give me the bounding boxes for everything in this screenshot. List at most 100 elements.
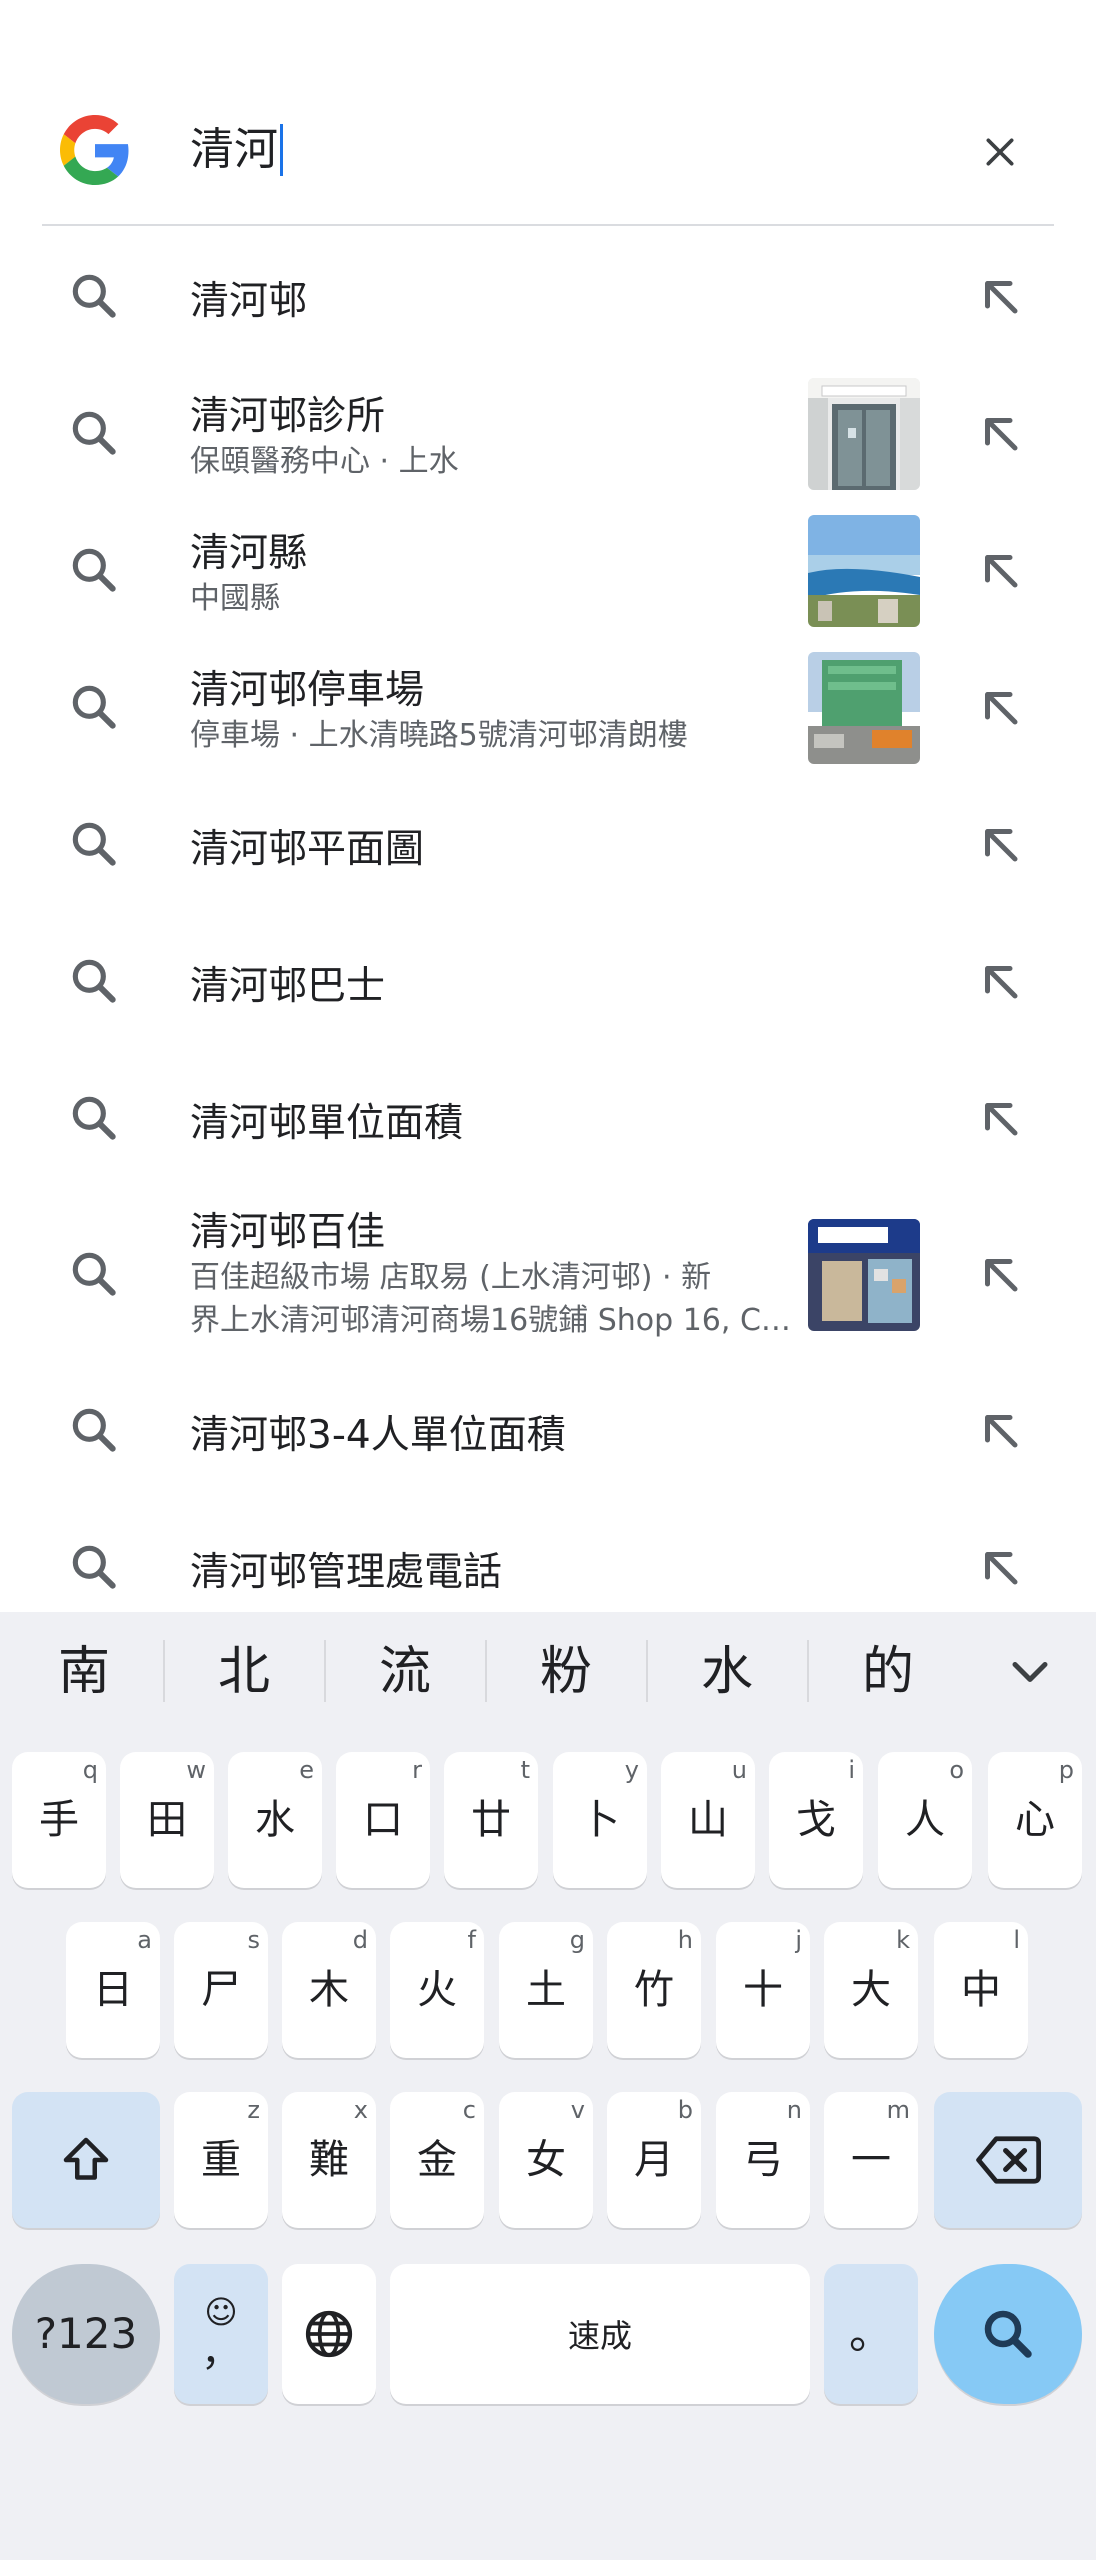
fill-query-arrow-icon[interactable] [970, 1244, 1030, 1304]
key-h[interactable]: 竹h [607, 1922, 701, 2058]
key-char: 十 [743, 1967, 783, 2013]
key-z[interactable]: 重z [174, 2092, 268, 2228]
key-hint: f [467, 1926, 476, 1954]
search-icon [72, 1252, 116, 1296]
candidate-2[interactable]: 流 [345, 1632, 465, 1712]
fill-query-arrow-icon[interactable] [970, 814, 1030, 874]
key-y[interactable]: 卜y [553, 1752, 647, 1888]
supermarket-thumbnail [808, 1219, 920, 1331]
candidate-1[interactable]: 北 [184, 1632, 304, 1712]
key-hint: l [1013, 1926, 1020, 1954]
search-input[interactable]: 清河 [190, 120, 283, 180]
search-key[interactable] [934, 2264, 1082, 2404]
suggestion-title: 清河邨停車場 [190, 668, 425, 713]
suggestion-title: 清河邨單位面積 [190, 1101, 464, 1146]
key-char: 心 [1015, 1797, 1055, 1843]
key-u[interactable]: 山u [661, 1752, 755, 1888]
comma-emoji-key[interactable]: ☺ ， [174, 2264, 268, 2404]
suggestion-item[interactable]: 清河邨停車場 停車場 · 上水清曉路5號清河邨清朗樓 [0, 639, 1096, 776]
key-b[interactable]: 月b [607, 2092, 701, 2228]
key-char: 口 [363, 1797, 403, 1843]
fill-query-arrow-icon[interactable] [970, 1537, 1030, 1597]
suggestion-item[interactable]: 清河邨巴士 [0, 913, 1096, 1050]
language-key[interactable] [282, 2264, 376, 2404]
key-char: 女 [526, 2137, 566, 2183]
search-query-text: 清河 [190, 124, 278, 175]
key-k[interactable]: 大k [824, 1922, 918, 2058]
fill-query-arrow-icon[interactable] [970, 403, 1030, 463]
suggestion-item[interactable]: 清河邨百佳 百佳超級市場 店取易 (上水清河邨) · 新 界上水清河邨清河商場1… [0, 1187, 1096, 1362]
suggestion-item[interactable]: 清河縣 中國縣 [0, 502, 1096, 639]
key-v[interactable]: 女v [499, 2092, 593, 2228]
suggestion-subtitle: 百佳超級市場 店取易 (上水清河邨) · 新 [190, 1260, 712, 1295]
fill-query-arrow-icon[interactable] [970, 677, 1030, 737]
key-c[interactable]: 金c [390, 2092, 484, 2228]
key-char: 卜 [580, 1797, 620, 1843]
key-hint: g [569, 1926, 585, 1954]
key-hint: k [896, 1926, 910, 1954]
suggestion-item[interactable]: 清河邨平面圖 [0, 776, 1096, 913]
space-key-label: 速成 [567, 2317, 632, 2355]
suggestion-item[interactable]: 清河邨 [0, 228, 1096, 365]
key-e[interactable]: 水e [228, 1752, 322, 1888]
key-p[interactable]: 心p [988, 1752, 1082, 1888]
space-key[interactable]: 速成 [390, 2264, 810, 2404]
suggestion-title: 清河邨3-4人單位面積 [190, 1413, 566, 1458]
shift-icon [63, 2137, 109, 2180]
emoji-icon: ☺ [204, 2293, 238, 2331]
fill-query-arrow-icon[interactable] [970, 951, 1030, 1011]
shift-key[interactable] [12, 2092, 160, 2228]
key-t[interactable]: 廿t [444, 1752, 538, 1888]
key-hint: c [462, 2096, 476, 2124]
key-x[interactable]: 難x [282, 2092, 376, 2228]
comma-label: ， [201, 2329, 241, 2375]
key-l[interactable]: 中l [934, 1922, 1028, 2058]
fill-query-arrow-icon[interactable] [970, 1400, 1030, 1460]
suggestion-item[interactable]: 清河邨診所 保頤醫務中心 · 上水 [0, 365, 1096, 502]
key-hint: q [82, 1756, 98, 1784]
fill-query-arrow-icon[interactable] [970, 540, 1030, 600]
search-icon [72, 548, 116, 592]
chevron-down-icon[interactable] [1000, 1642, 1060, 1702]
suggestion-item[interactable]: 清河邨管理處電話 [0, 1499, 1096, 1612]
suggestion-item[interactable]: 清河邨單位面積 [0, 1050, 1096, 1187]
candidate-5[interactable]: 的 [828, 1632, 948, 1712]
key-hint: i [848, 1756, 855, 1784]
fill-query-arrow-icon[interactable] [970, 266, 1030, 326]
key-f[interactable]: 火f [390, 1922, 484, 2058]
key-char: 弓 [743, 2137, 783, 2183]
key-n[interactable]: 弓n [716, 2092, 810, 2228]
key-d[interactable]: 木d [282, 1922, 376, 2058]
key-hint: o [949, 1756, 964, 1784]
fill-query-arrow-icon[interactable] [970, 1088, 1030, 1148]
key-m[interactable]: 一m [824, 2092, 918, 2228]
key-j[interactable]: 十j [716, 1922, 810, 2058]
clear-button[interactable] [970, 122, 1030, 182]
key-o[interactable]: 人o [878, 1752, 972, 1888]
key-q[interactable]: 手q [12, 1752, 106, 1888]
key-s[interactable]: 尸s [174, 1922, 268, 2058]
backspace-key[interactable] [934, 2092, 1082, 2228]
search-bar: 清河 [0, 100, 1096, 210]
key-hint: x [353, 2096, 368, 2124]
period-key[interactable]: 。 [824, 2264, 918, 2404]
candidate-4[interactable]: 水 [667, 1632, 787, 1712]
suggestion-subtitle: 保頤醫務中心 · 上水 [190, 444, 459, 479]
key-char: 土 [526, 1967, 566, 2013]
key-hint: z [247, 2096, 260, 2124]
candidate-3[interactable]: 粉 [506, 1632, 626, 1712]
candidate-0[interactable]: 南 [24, 1632, 144, 1712]
key-r[interactable]: 口r [336, 1752, 430, 1888]
key-g[interactable]: 土g [499, 1922, 593, 2058]
symbols-key-label: ?123 [34, 2309, 138, 2358]
key-char: 重 [201, 2137, 241, 2183]
soft-keyboard: 南 北 流 粉 水 的 手q 田w 水e 口r 廿t 卜y 山u 戈i 人o 心… [0, 1612, 1096, 2560]
symbols-key[interactable]: ?123 [12, 2264, 160, 2404]
key-a[interactable]: 日a [66, 1922, 160, 2058]
suggestion-title: 清河邨管理處電話 [190, 1550, 503, 1595]
key-w[interactable]: 田w [120, 1752, 214, 1888]
key-hint: b [677, 2096, 693, 2124]
suggestion-title: 清河邨巴士 [190, 964, 386, 1009]
key-i[interactable]: 戈i [769, 1752, 863, 1888]
suggestion-item[interactable]: 清河邨3-4人單位面積 [0, 1362, 1096, 1499]
